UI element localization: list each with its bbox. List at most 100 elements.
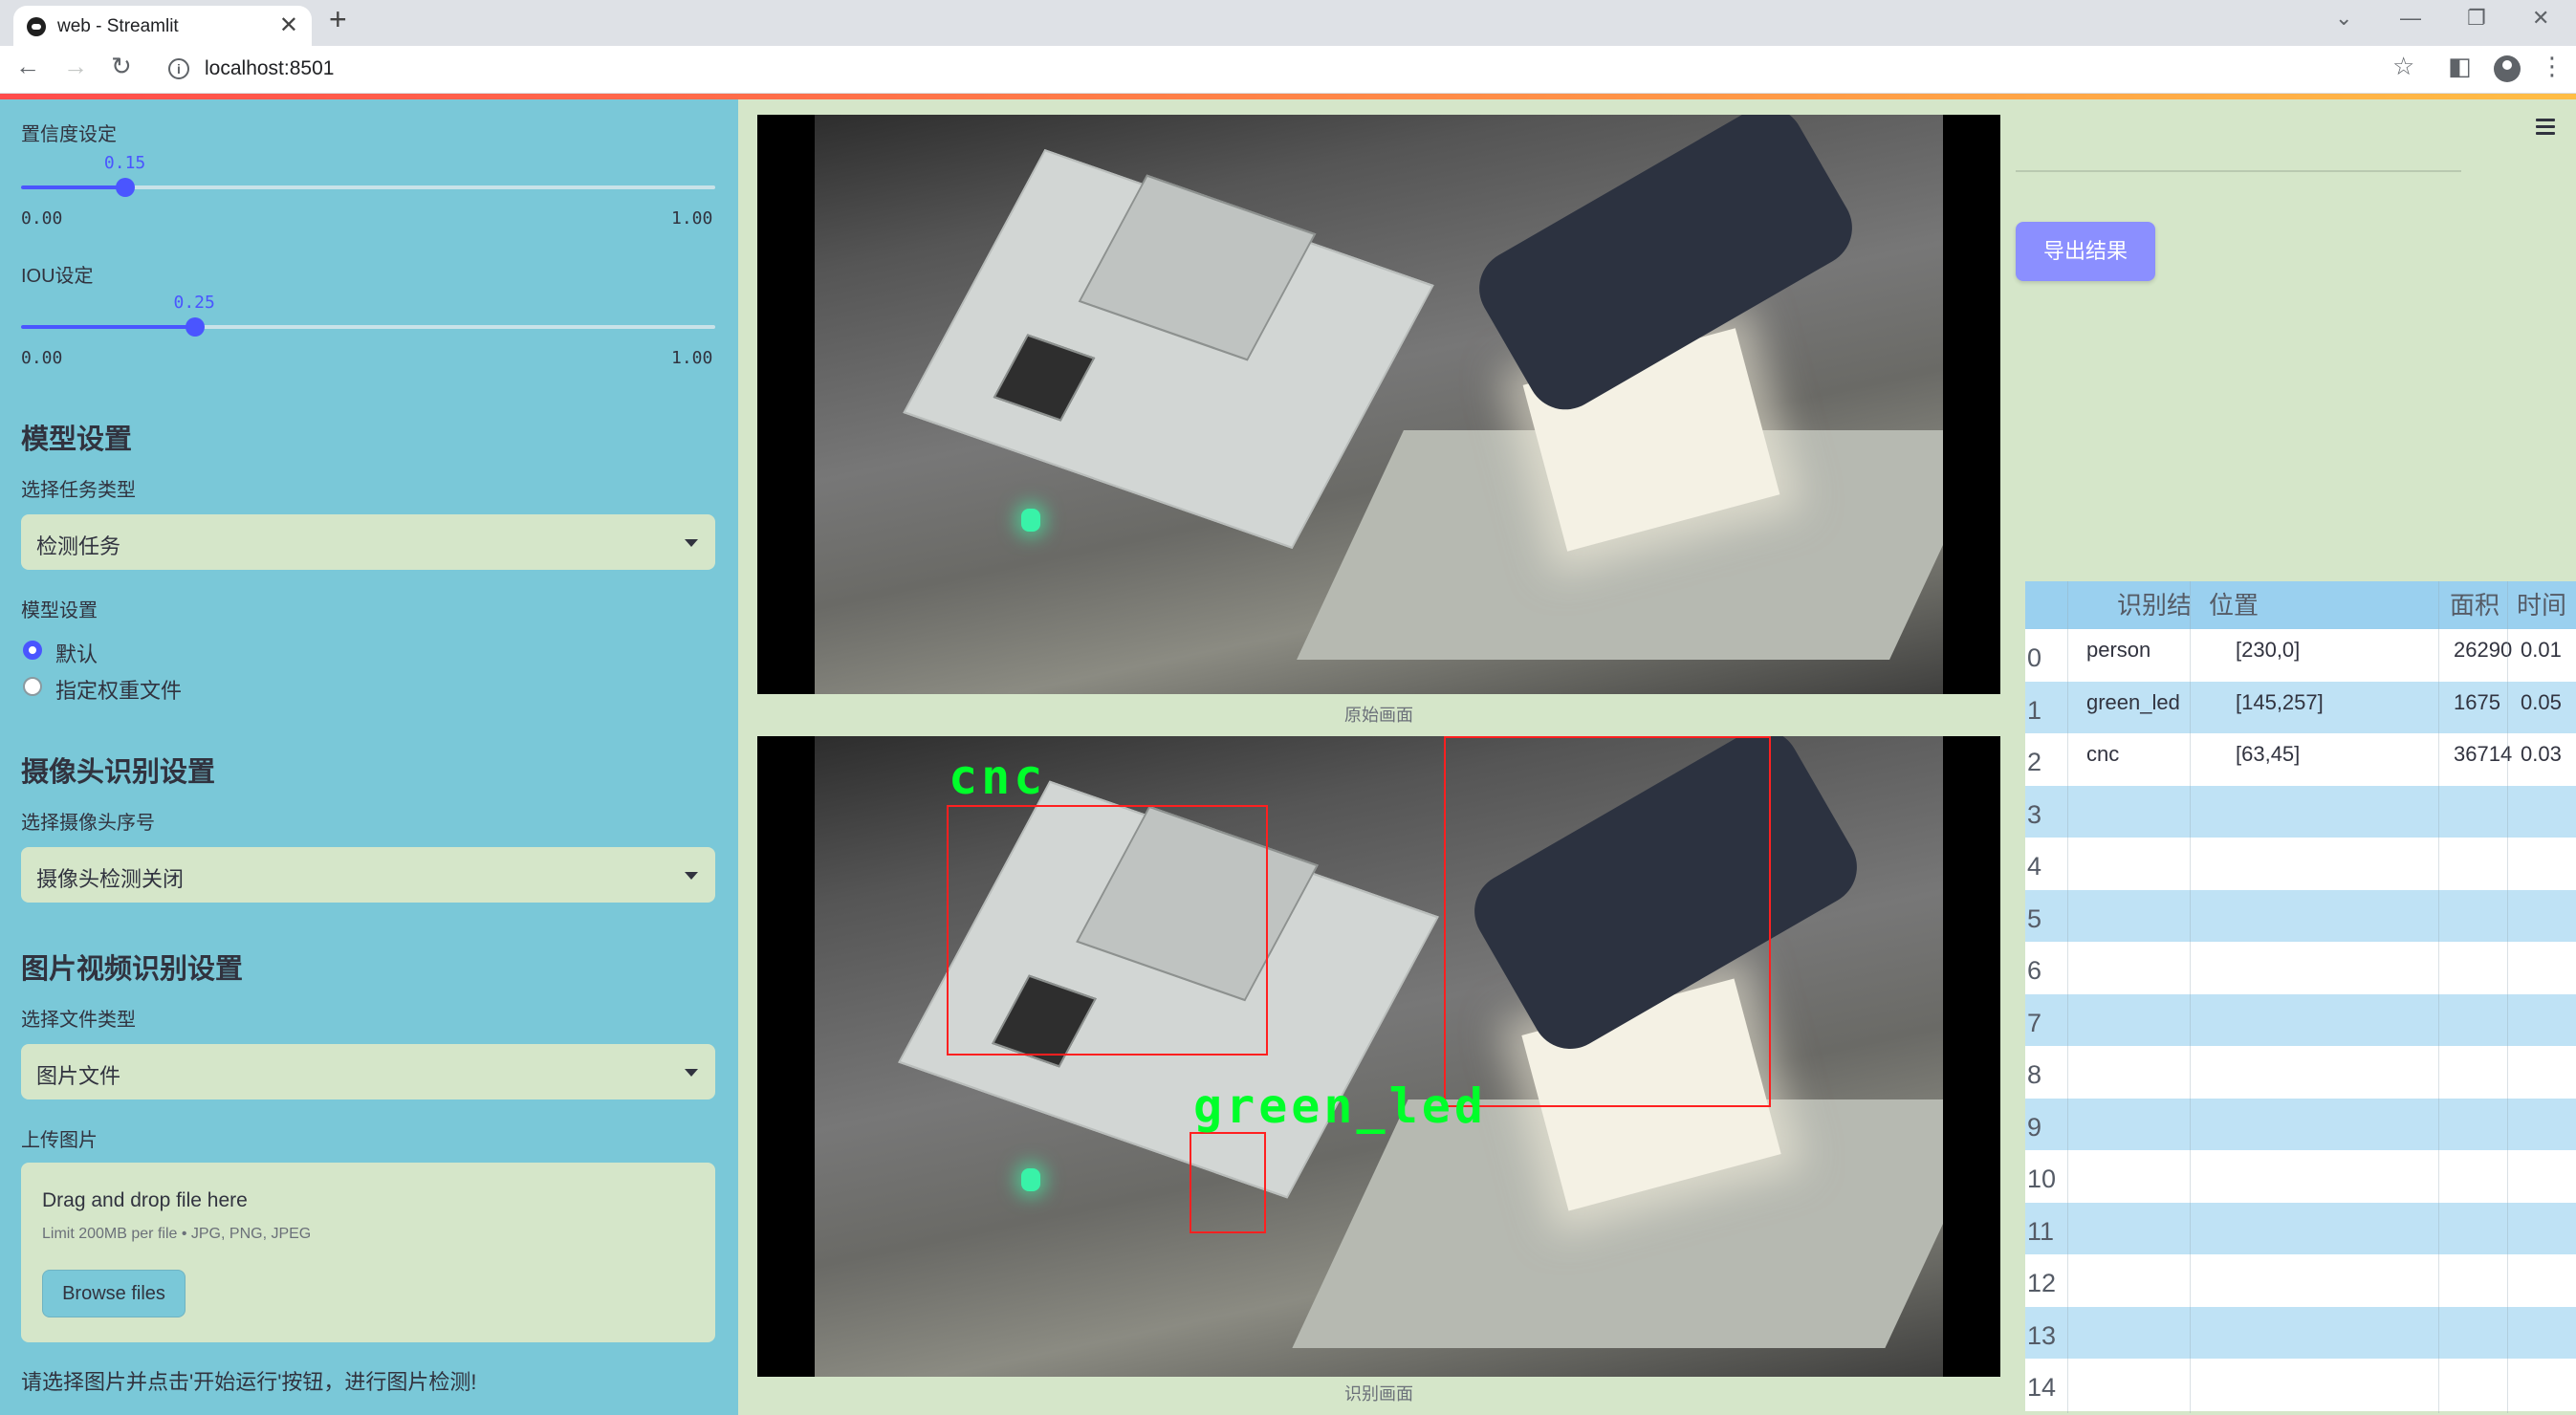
back-icon[interactable]: ← [15, 54, 40, 78]
upload-label: 上传图片 [21, 1130, 98, 1151]
tab-title: web - Streamlit [57, 16, 179, 36]
table-row[interactable]: 14 [2025, 1359, 2576, 1411]
restore-icon[interactable]: ❐ [2467, 6, 2486, 31]
table-header: 识别结果 位置 面积 时间 [2025, 581, 2576, 629]
cell-time [2507, 1046, 2576, 1099]
upload-title: Drag and drop file here [42, 1189, 248, 1211]
iou-slider-thumb[interactable] [185, 317, 205, 337]
detection-box-green-led [1190, 1132, 1266, 1233]
confidence-max: 1.00 [671, 208, 713, 229]
cell-time [2507, 1254, 2576, 1307]
upload-limit: Limit 200MB per file • JPG, PNG, JPEG [42, 1226, 312, 1242]
iou-min: 0.00 [21, 348, 63, 368]
table-row[interactable]: 0 person [230,0] 26290 0.01 [2025, 629, 2576, 682]
file-uploader-dropzone[interactable]: Drag and drop file here Limit 200MB per … [21, 1163, 715, 1342]
iou-slider-fill [21, 325, 195, 329]
cell-time [2507, 1359, 2576, 1411]
close-tab-icon[interactable]: ✕ [279, 11, 298, 39]
column-header-time[interactable]: 时间 [2517, 581, 2576, 629]
media-settings-heading: 图片视频识别设置 [21, 954, 244, 985]
confidence-slider[interactable] [21, 178, 715, 197]
column-divider [2190, 581, 2191, 1413]
browser-tab[interactable]: web - Streamlit ✕ [13, 6, 312, 46]
profile-avatar-icon[interactable] [2494, 55, 2521, 82]
streamlit-favicon-icon [27, 17, 46, 36]
chevron-down-icon [685, 1069, 698, 1077]
bookmark-star-icon[interactable]: ☆ [2392, 54, 2414, 78]
table-row[interactable]: 4 [2025, 838, 2576, 890]
cell-result [2067, 786, 2190, 838]
row-index: 14 [2027, 1373, 2057, 1402]
task-type-label: 选择任务类型 [21, 480, 136, 501]
cell-time: 0.01 [2521, 638, 2562, 662]
cell-time [2507, 1099, 2576, 1151]
forward-icon[interactable]: → [63, 54, 88, 78]
browser-tab-strip: web - Streamlit ✕ + ⌄ — ❐ ✕ [0, 0, 2576, 46]
iou-slider[interactable] [21, 317, 715, 337]
cell-result [2067, 1150, 2190, 1203]
browser-toolbar: ← → ↻ i localhost:8501 ☆ ◧ ⋮ [0, 46, 2576, 94]
file-type-value: 图片文件 [36, 1064, 121, 1088]
column-divider [2438, 581, 2439, 1413]
column-divider [2067, 581, 2068, 1413]
table-row[interactable]: 12 [2025, 1254, 2576, 1307]
sidebar: 置信度设定 0.15 0.00 1.00 IOU设定 0.25 0.00 1.0… [0, 99, 738, 1415]
radio-default[interactable] [23, 641, 42, 660]
chevron-down-icon [685, 539, 698, 547]
hamburger-menu-icon[interactable] [2536, 119, 2555, 139]
table-row[interactable]: 11 [2025, 1202, 2576, 1255]
task-type-select[interactable]: 检测任务 [21, 514, 715, 570]
table-row[interactable]: 3 [2025, 785, 2576, 838]
table-row[interactable]: 5 [2025, 889, 2576, 943]
file-type-label: 选择文件类型 [21, 1010, 136, 1031]
new-tab-button[interactable]: + [329, 4, 347, 34]
cell-time [2507, 1203, 2576, 1255]
row-index: 8 [2027, 1060, 2042, 1089]
site-info-icon[interactable]: i [168, 58, 189, 79]
side-panel-icon[interactable]: ◧ [2448, 54, 2472, 78]
cell-result: green_led [2086, 689, 2180, 714]
cell-time [2507, 890, 2576, 943]
table-row[interactable]: 2 cnc [63,45] 36714 0.03 [2025, 733, 2576, 786]
table-row[interactable]: 7 [2025, 993, 2576, 1047]
cell-result [2067, 1359, 2190, 1411]
table-row[interactable]: 10 [2025, 1150, 2576, 1203]
iou-value: 0.25 [173, 293, 215, 313]
cell-time [2507, 838, 2576, 890]
radio-custom-weights[interactable] [23, 677, 42, 696]
browse-files-button[interactable]: Browse files [42, 1270, 186, 1317]
camera-index-label: 选择摄像头序号 [21, 813, 155, 834]
table-row[interactable]: 9 [2025, 1098, 2576, 1151]
browser-menu-icon[interactable]: ⋮ [2540, 54, 2565, 78]
camera-index-value: 摄像头检测关闭 [36, 867, 185, 891]
table-row[interactable]: 6 [2025, 942, 2576, 994]
radio-custom-weights-label[interactable]: 指定权重文件 [55, 674, 182, 705]
row-index: 5 [2027, 903, 2042, 933]
row-index: 0 [2027, 643, 2042, 672]
address-bar[interactable]: localhost:8501 [205, 57, 334, 80]
confidence-slider-thumb[interactable] [115, 178, 135, 197]
row-index: 3 [2027, 799, 2042, 829]
column-header-result[interactable]: 识别结果 [2067, 581, 2190, 629]
iou-max: 1.00 [671, 348, 713, 368]
row-index: 13 [2027, 1320, 2057, 1350]
camera-index-select[interactable]: 摄像头检测关闭 [21, 847, 715, 903]
confidence-min: 0.00 [21, 208, 63, 229]
close-window-icon[interactable]: ✕ [2532, 6, 2549, 31]
file-type-select[interactable]: 图片文件 [21, 1044, 715, 1099]
export-results-button[interactable]: 导出结果 [2016, 222, 2155, 281]
table-row[interactable]: 13 [2025, 1306, 2576, 1360]
confidence-value: 0.15 [103, 153, 146, 173]
cell-result [2067, 1099, 2190, 1151]
divider [2016, 170, 2461, 172]
tab-search-icon[interactable]: ⌄ [2335, 6, 2352, 31]
minimize-icon[interactable]: — [2400, 6, 2421, 31]
detection-box-cnc [947, 805, 1268, 1056]
table-row[interactable]: 8 [2025, 1046, 2576, 1099]
model-setting-label: 模型设置 [21, 600, 98, 621]
reload-icon[interactable]: ↻ [111, 54, 132, 78]
radio-default-label[interactable]: 默认 [55, 638, 98, 668]
table-row[interactable]: 1 green_led [145,257] 1675 0.05 [2025, 681, 2576, 734]
column-divider [2507, 581, 2508, 1413]
detection-box-person [1444, 736, 1771, 1107]
